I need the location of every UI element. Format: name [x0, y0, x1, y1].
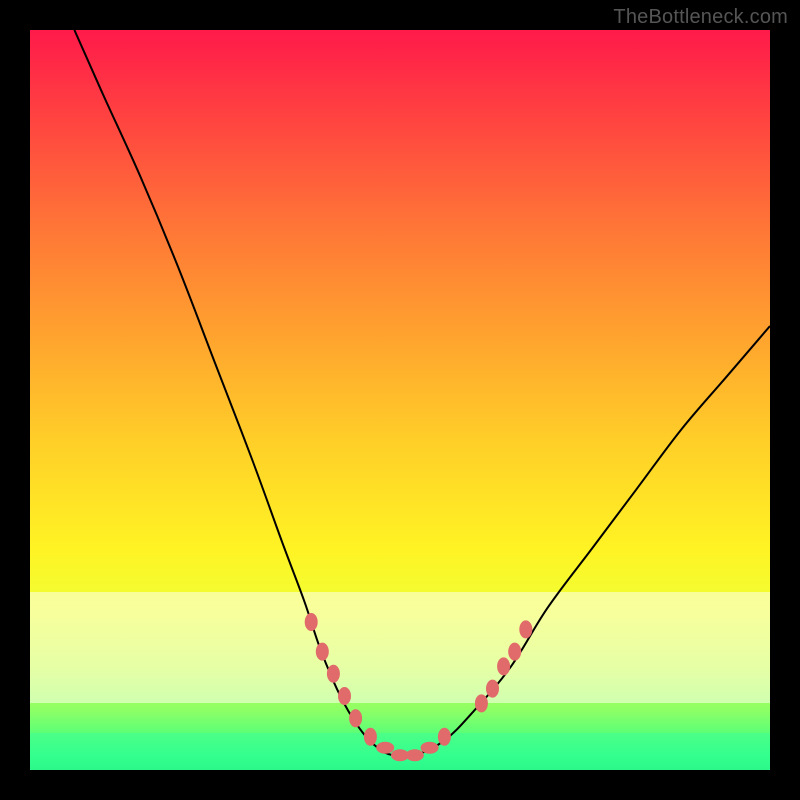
marker-dot	[508, 643, 521, 661]
marker-dot	[438, 728, 451, 746]
bottleneck-curve	[74, 30, 770, 757]
outer-frame: TheBottleneck.com	[0, 0, 800, 800]
marker-dot	[338, 687, 351, 705]
marker-dot	[349, 709, 362, 727]
marker-dot	[519, 620, 532, 638]
marker-dot	[406, 749, 424, 761]
marker-dot	[364, 728, 377, 746]
marker-dot	[327, 665, 340, 683]
marker-dot	[305, 613, 318, 631]
plot-area	[30, 30, 770, 770]
chart-svg	[30, 30, 770, 770]
highlight-markers	[305, 613, 533, 761]
marker-dot	[316, 643, 329, 661]
marker-dot	[486, 680, 499, 698]
marker-dot	[497, 657, 510, 675]
marker-dot	[475, 694, 488, 712]
marker-dot	[421, 742, 439, 754]
attribution-text: TheBottleneck.com	[613, 6, 788, 29]
marker-dot	[376, 742, 394, 754]
